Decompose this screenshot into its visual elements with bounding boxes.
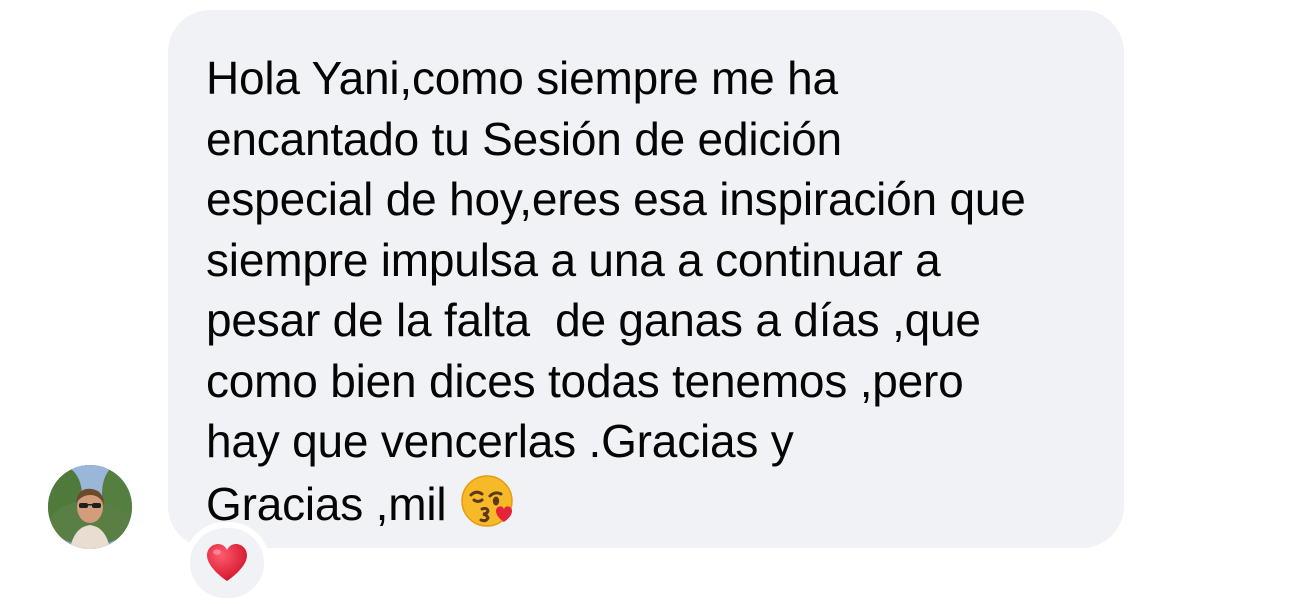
message-line: pesar de la falta de ganas a días ,que [206, 294, 981, 346]
message-line: hay que vencerlas .Gracias y [206, 415, 794, 467]
message-last-line: Gracias ,mil [206, 472, 1094, 545]
avatar-photo-icon [48, 465, 132, 549]
message-line: especial de hoy,eres esa inspiración que [206, 173, 1026, 225]
message-line: siempre impulsa a una a continuar a [206, 233, 941, 286]
message-bubble[interactable]: Hola Yani,como siempre me ha encantado t… [168, 10, 1124, 548]
face-blowing-kiss-icon [460, 472, 518, 545]
message-line: encantado tu Sesión de edición [206, 112, 842, 165]
message-line-text: Gracias ,mil [206, 477, 447, 530]
avatar[interactable] [48, 465, 132, 549]
message-line: como bien dices todas tenemos ,pero [206, 354, 964, 407]
message-line: Hola Yani,como siempre me ha [206, 52, 838, 104]
reaction-badge[interactable] [184, 522, 270, 604]
red-heart-icon [207, 544, 247, 581]
